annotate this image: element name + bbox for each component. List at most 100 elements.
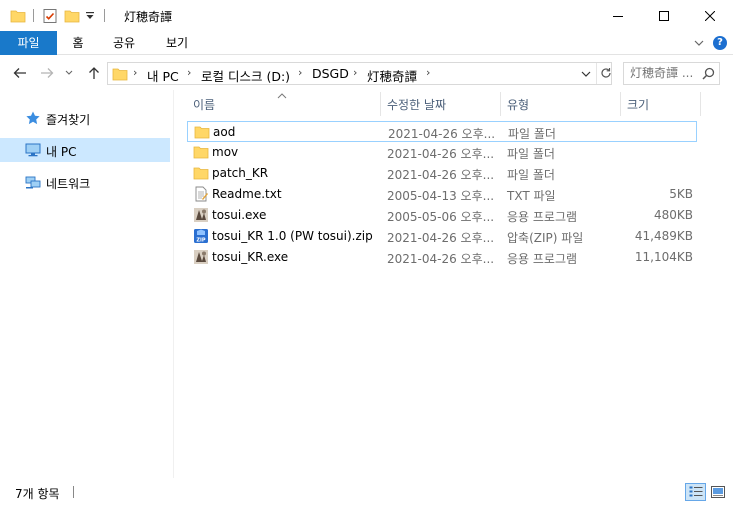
file-name: tosui_KR.exe [212,250,289,264]
minimize-icon [613,15,623,17]
file-date: 2021-04-26 오후... [387,168,495,182]
file-date: 2021-04-26 오후... [387,231,495,245]
file-row-readme[interactable]: Readme.txt 2005-04-13 오후... TXT 파일 5KB [187,184,697,205]
svg-text:ZIP: ZIP [196,238,205,244]
breadcrumb-separator: › [353,66,358,79]
file-name: Readme.txt [212,187,282,201]
tab-file[interactable]: 파일 [0,31,57,55]
new-folder-icon[interactable] [64,8,80,27]
breadcrumb-separator: › [133,66,138,79]
column-divider[interactable] [700,92,701,116]
pane-divider[interactable] [173,90,174,478]
text-file-icon [193,186,209,202]
address-history-button[interactable] [581,68,591,82]
folder-icon [10,8,26,27]
file-row-tosui-kr-exe[interactable]: tosui_KR.exe 2021-04-26 오후... 응용 프로그램 11… [187,247,697,268]
item-count: 7개 항목 [15,487,60,501]
search-icon[interactable] [702,67,715,83]
breadcrumb-local-disk[interactable]: 로컬 디스크 (D:) [201,66,290,85]
file-type: 파일 폴더 [507,147,555,161]
column-header-name[interactable]: 이름 [187,92,380,116]
tab-share[interactable]: 공유 [104,31,144,55]
nav-item-quick-access[interactable]: 즐겨찾기 [0,106,170,130]
file-type: 응용 프로그램 [507,210,578,224]
toolbar-divider [104,9,105,22]
file-name: mov [212,145,239,159]
properties-icon[interactable] [42,8,58,27]
help-button[interactable]: ? [713,36,727,50]
file-row-aod[interactable]: aod 2021-04-26 오후... 파일 폴더 [187,121,697,142]
back-button[interactable] [11,63,29,83]
details-view-button[interactable] [685,483,706,501]
folder-icon [193,144,209,160]
nav-item-label: 즐겨찾기 [46,113,91,127]
file-name: aod [213,125,236,139]
chevron-down-icon [581,71,591,77]
forward-button[interactable] [38,63,56,83]
file-date: 2005-04-13 오후... [387,189,495,203]
close-button[interactable] [687,0,733,31]
title-bar: 灯穂奇譚 [0,0,733,31]
breadcrumb-separator: › [187,66,192,79]
file-name: patch_KR [212,166,269,180]
status-bar: 7개 항목 [0,478,733,505]
breadcrumb-dsgd[interactable]: DSGD [312,66,349,81]
file-size: 41,489KB [634,229,693,243]
search-box[interactable] [623,62,720,85]
up-button[interactable] [85,63,103,83]
navigation-pane: 즐겨찾기 내 PC 네트워크 [0,90,173,478]
nav-item-label: 네트워크 [46,177,91,191]
file-size: 11,104KB [634,250,693,264]
file-name: tosui.exe [212,208,267,222]
chevron-down-icon [694,40,704,46]
file-date: 2021-04-26 오후... [387,147,495,161]
breadcrumb-separator: › [426,66,431,79]
tab-home[interactable]: 홈 [62,31,94,55]
app-icon [193,207,209,223]
network-icon [25,174,41,193]
file-row-tosui-zip[interactable]: ZIP tosui_KR 1.0 (PW tosui).zip 2021-04-… [187,226,697,247]
file-size: 480KB [653,208,693,222]
star-icon [25,110,41,129]
details-view-icon [689,486,702,497]
maximize-icon [659,10,669,21]
folder-icon [193,165,209,181]
app-icon [193,249,209,265]
expand-ribbon-button[interactable] [693,37,705,49]
breadcrumb-this-pc[interactable]: 내 PC [147,66,179,85]
column-header-type[interactable]: 유형 [501,92,620,116]
nav-item-label: 내 PC [46,145,77,159]
nav-item-this-pc[interactable]: 내 PC [0,138,170,162]
recent-locations-button[interactable] [63,63,75,83]
computer-icon [25,142,41,161]
file-date: 2005-05-06 오후... [387,210,495,224]
folder-icon [194,124,210,140]
file-type: 파일 폴더 [508,127,556,141]
zip-icon: ZIP [193,228,209,244]
column-header-size[interactable]: 크기 [621,92,700,116]
refresh-button[interactable] [596,63,612,84]
breadcrumb-current-folder[interactable]: 灯穂奇譚 [367,66,417,85]
file-row-patch-kr[interactable]: patch_KR 2021-04-26 오후... 파일 폴더 [187,163,697,184]
file-name: tosui_KR 1.0 (PW tosui).zip [212,229,373,243]
large-icons-view-icon [710,486,725,498]
breadcrumb-separator: › [298,66,303,79]
file-row-mov[interactable]: mov 2021-04-26 오후... 파일 폴더 [187,142,697,163]
status-divider [73,486,74,498]
tab-view[interactable]: 보기 [157,31,197,55]
chevron-down-icon [65,70,73,75]
address-bar[interactable]: › 내 PC › 로컬 디스크 (D:) › DSGD › 灯穂奇譚 › [107,62,612,85]
minimize-button[interactable] [595,0,641,31]
folder-icon [112,66,128,85]
arrow-right-icon [41,68,54,78]
file-size: 5KB [669,187,693,201]
file-row-tosui-exe[interactable]: tosui.exe 2005-05-06 오후... 응용 프로그램 480KB [187,205,697,226]
customize-toolbar-icon[interactable] [85,10,95,24]
refresh-icon [601,68,611,78]
large-icons-view-button[interactable] [707,483,728,501]
maximize-button[interactable] [641,0,687,31]
nav-item-network[interactable]: 네트워크 [0,170,170,194]
file-date: 2021-04-26 오후... [388,127,496,141]
search-input[interactable] [630,66,700,80]
column-header-date[interactable]: 수정한 날짜 [381,92,500,116]
